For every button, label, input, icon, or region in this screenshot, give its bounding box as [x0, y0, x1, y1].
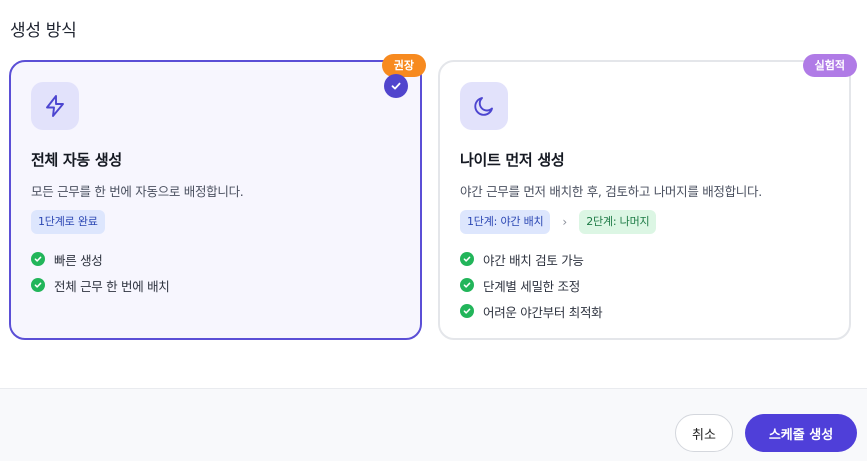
feature-item: 빠른 생성 [31, 246, 170, 272]
step-chip: 2단계: 나머지 [579, 210, 657, 234]
option-card-night-first[interactable]: 실험적 나이트 먼저 생성 야간 근무를 먼저 배치한 후, 검토하고 나머지를… [438, 54, 857, 340]
generate-schedule-button[interactable]: 스케줄 생성 [745, 414, 857, 452]
feature-item: 야간 배치 검토 가능 [460, 246, 602, 272]
feature-label: 전체 근무 한 번에 배치 [54, 278, 170, 294]
check-circle-icon [460, 252, 474, 266]
option-description: 모든 근무를 한 번에 자동으로 배정합니다. [31, 184, 244, 199]
cancel-button[interactable]: 취소 [675, 414, 733, 452]
step-chips: 1단계: 야간 배치 › 2단계: 나머지 [460, 210, 657, 234]
selected-check-icon [384, 74, 408, 98]
option-title: 전체 자동 생성 [31, 151, 122, 169]
step-chips: 1단계로 완료 [31, 210, 105, 234]
check-circle-icon [460, 278, 474, 292]
section-title: 생성 방식 [10, 21, 77, 41]
recommended-badge: 권장 [381, 54, 426, 77]
feature-label: 야간 배치 검토 가능 [483, 252, 584, 268]
moon-icon [460, 82, 508, 130]
check-circle-icon [460, 304, 474, 318]
feature-label: 단계별 세밀한 조정 [483, 278, 580, 294]
feature-label: 어려운 야간부터 최적화 [483, 304, 603, 320]
step-chip: 1단계: 야간 배치 [460, 210, 551, 234]
feature-item: 단계별 세밀한 조정 [460, 272, 602, 298]
feature-list: 빠른 생성 전체 근무 한 번에 배치 [31, 246, 170, 298]
feature-list: 야간 배치 검토 가능 단계별 세밀한 조정 어려운 야간부터 최적화 [460, 246, 603, 324]
experimental-badge: 실험적 [802, 54, 857, 77]
lightning-icon [31, 82, 79, 130]
feature-item: 전체 근무 한 번에 배치 [31, 272, 170, 298]
feature-item: 어려운 야간부터 최적화 [460, 298, 603, 324]
option-description: 야간 근무를 먼저 배치한 후, 검토하고 나머지를 배정합니다. [460, 184, 762, 199]
feature-label: 빠른 생성 [54, 252, 103, 268]
dialog-footer: 취소 스케줄 생성 [0, 388, 867, 461]
check-circle-icon [31, 278, 45, 292]
option-title: 나이트 먼저 생성 [460, 151, 565, 169]
check-circle-icon [31, 252, 45, 266]
step-chip: 1단계로 완료 [31, 210, 105, 234]
chevron-right-icon: › [562, 215, 568, 229]
option-card-auto[interactable]: 권장 전체 자동 생성 모든 근무를 한 번에 자동으로 배정합니다. 1단계로… [9, 54, 426, 340]
